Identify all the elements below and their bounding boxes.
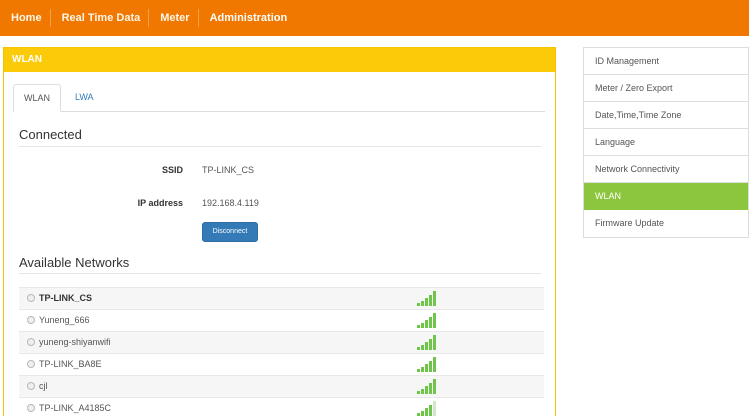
network-row[interactable]: TP-LINK_CS (19, 287, 544, 309)
signal-bar (429, 383, 432, 394)
nav-home[interactable]: Home (0, 9, 51, 27)
ip-address-value: 192.168.4.119 (202, 198, 259, 208)
signal-bar (433, 357, 436, 372)
wifi-signal-icon (417, 357, 439, 372)
signal-bar (433, 313, 436, 328)
nav-real-time-data[interactable]: Real Time Data (51, 9, 150, 27)
tab-lwa[interactable]: LWA (65, 84, 104, 112)
radio-button[interactable] (27, 382, 35, 390)
radio-button[interactable] (27, 338, 35, 346)
ssid-value: TP-LINK_CS (202, 165, 255, 175)
sidebar-item-language[interactable]: Language (584, 129, 748, 156)
network-name: yuneng-shiyanwifi (39, 337, 111, 347)
network-row[interactable]: Yuneng_666 (19, 309, 544, 331)
ip-address-label: IP address (137, 198, 183, 208)
sidebar-item-network-connectivity[interactable]: Network Connectivity (584, 156, 748, 183)
disconnect-button[interactable]: Disconnect (202, 222, 258, 242)
tab-wlan[interactable]: WLAN (13, 84, 62, 112)
nav-administration[interactable]: Administration (199, 9, 296, 27)
signal-bar (429, 361, 432, 372)
signal-bar (433, 335, 436, 350)
connected-divider (19, 146, 541, 147)
network-row[interactable]: TP-LINK_A4185C (19, 397, 544, 416)
available-networks-title: Available Networks (19, 255, 130, 270)
signal-bar (433, 291, 436, 306)
top-navigation: Home Real Time Data Meter Administration (0, 0, 295, 36)
network-name: TP-LINK_A4185C (39, 403, 112, 413)
wifi-signal-icon (417, 401, 439, 416)
panel-tabs: WLAN LWA (13, 84, 545, 112)
radio-button[interactable] (27, 294, 35, 302)
sidebar-item-firmware-update[interactable]: Firmware Update (584, 210, 748, 237)
signal-bar (425, 364, 428, 372)
network-name: cjl (39, 381, 48, 391)
wifi-signal-icon (417, 291, 439, 306)
sidebar-item-id-management[interactable]: ID Management (584, 48, 748, 75)
admin-sidebar: ID Management Meter / Zero Export Date,T… (583, 47, 749, 238)
signal-bar (425, 342, 428, 350)
signal-bar (417, 347, 420, 350)
nav-meter[interactable]: Meter (149, 9, 199, 27)
signal-bar (421, 389, 424, 394)
radio-button[interactable] (27, 316, 35, 324)
signal-bar (433, 379, 436, 394)
radio-button[interactable] (27, 360, 35, 368)
signal-bar (417, 325, 420, 328)
signal-bar (433, 401, 436, 416)
signal-bar (421, 323, 424, 328)
signal-bar (417, 303, 420, 306)
signal-bar (425, 320, 428, 328)
sidebar-item-meter-zero-export[interactable]: Meter / Zero Export (584, 75, 748, 102)
network-list: TP-LINK_CS Yuneng_666 yuneng-shiyanwifi … (19, 287, 544, 416)
radio-button[interactable] (27, 404, 35, 412)
signal-bar (417, 391, 420, 394)
network-name: TP-LINK_CS (39, 293, 93, 303)
wifi-signal-icon (417, 379, 439, 394)
signal-bar (421, 345, 424, 350)
sidebar-item-wlan[interactable]: WLAN (584, 183, 748, 210)
signal-bar (421, 301, 424, 306)
connected-title: Connected (19, 127, 82, 142)
ssid-label: SSID (161, 165, 183, 175)
sidebar-item-date-time[interactable]: Date,Time,Time Zone (584, 102, 748, 129)
panel-heading: WLAN (4, 48, 555, 72)
wifi-signal-icon (417, 335, 439, 350)
signal-bar (429, 405, 432, 416)
network-row[interactable]: yuneng-shiyanwifi (19, 331, 544, 353)
wifi-signal-icon (417, 313, 439, 328)
network-name: Yuneng_666 (39, 315, 90, 325)
signal-bar (421, 367, 424, 372)
signal-bar (429, 339, 432, 350)
signal-bar (417, 369, 420, 372)
network-row[interactable]: cjl (19, 375, 544, 397)
network-name: TP-LINK_BA8E (39, 359, 102, 369)
signal-bar (429, 295, 432, 306)
signal-bar (425, 408, 428, 416)
signal-bar (425, 386, 428, 394)
signal-bar (425, 298, 428, 306)
signal-bar (429, 317, 432, 328)
available-networks-divider (19, 273, 541, 274)
signal-bar (421, 411, 424, 416)
network-row[interactable]: TP-LINK_BA8E (19, 353, 544, 375)
